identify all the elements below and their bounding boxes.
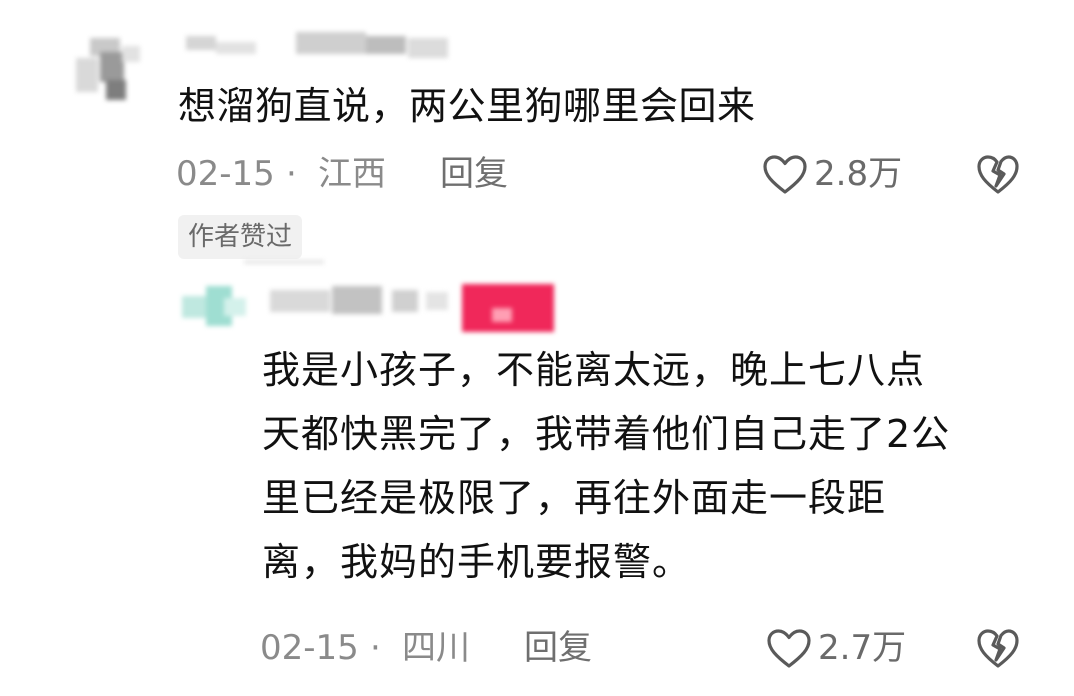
comment-text: 我是小孩子，不能离太远，晚上七八点 天都快黑完了，我带着他们自己走了2公 里已经… xyxy=(262,338,1042,594)
author-liked-badge: 作者赞过 xyxy=(178,215,303,259)
comment-line: 离，我妈的手机要报警。 xyxy=(262,540,692,584)
divider xyxy=(244,258,324,266)
username-blurred[interactable] xyxy=(176,28,466,74)
meta-separator: · xyxy=(286,154,297,194)
comment-line: 里已经是极限了，再往外面走一段距 xyxy=(262,476,887,520)
reply-button[interactable]: 回复 xyxy=(440,154,508,194)
comment-text: 想溜狗直说，两公里狗哪里会回来 xyxy=(178,84,756,128)
comment-location: 江西 xyxy=(318,154,386,194)
author-tag xyxy=(462,284,554,332)
comment-date: 02-15 xyxy=(176,154,275,194)
reply-button[interactable]: 回复 xyxy=(524,628,592,668)
meta-separator: · xyxy=(370,628,381,668)
avatar[interactable] xyxy=(176,280,252,340)
username-blurred[interactable] xyxy=(266,282,456,322)
broken-heart-icon[interactable] xyxy=(976,154,1020,196)
comment-line: 天都快黑完了，我带着他们自己走了2公 xyxy=(262,412,951,456)
heart-outline-icon[interactable] xyxy=(766,628,812,670)
comment-date: 02-15 xyxy=(260,628,359,668)
like-count: 2.8万 xyxy=(814,154,903,194)
broken-heart-icon[interactable] xyxy=(976,628,1020,670)
comment-line: 我是小孩子，不能离太远，晚上七八点 xyxy=(262,348,926,392)
heart-outline-icon[interactable] xyxy=(762,154,808,196)
like-count: 2.7万 xyxy=(818,628,907,668)
comment-location: 四川 xyxy=(402,628,470,668)
avatar[interactable] xyxy=(56,32,152,108)
